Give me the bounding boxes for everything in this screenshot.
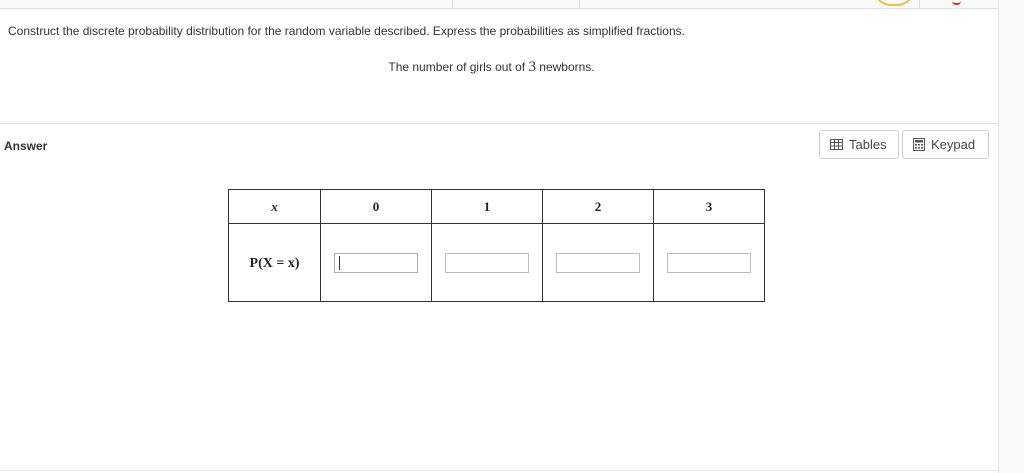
description-text-after: newborns. xyxy=(535,60,595,74)
probability-cell xyxy=(320,223,432,302)
probability-input-0[interactable] xyxy=(334,252,418,273)
answer-label: Answer xyxy=(4,139,48,153)
question-instruction: Construct the discrete probability distr… xyxy=(8,24,685,38)
bottom-border xyxy=(0,470,998,471)
keypad-button[interactable]: Keypad xyxy=(902,130,989,159)
right-gutter xyxy=(998,0,1024,473)
probability-distribution-table: x 0 1 2 3 P(X = x) xyxy=(228,189,765,302)
probability-cell xyxy=(431,223,543,302)
probability-cell xyxy=(542,223,654,302)
section-divider xyxy=(0,123,998,124)
calculator-icon xyxy=(913,138,925,151)
x-header-cell: x xyxy=(228,189,321,224)
x-value-cell: 3 xyxy=(653,189,765,224)
toolbar-separator xyxy=(452,0,453,8)
top-toolbar xyxy=(0,0,1000,9)
x-header: x xyxy=(271,198,278,214)
red-indicator-icon xyxy=(952,0,961,5)
tables-button[interactable]: Tables xyxy=(819,130,899,159)
x-value-cell: 0 xyxy=(320,189,432,224)
description-text-before: The number of girls out of xyxy=(388,60,529,74)
probability-input-2[interactable] xyxy=(556,252,640,273)
smiley-icon[interactable] xyxy=(873,0,915,6)
question-description: The number of girls out of 3 newborns. xyxy=(0,59,983,76)
x-value-cell: 1 xyxy=(431,189,543,224)
probability-input-3[interactable] xyxy=(667,252,751,273)
description-number: 3 xyxy=(528,59,536,75)
keypad-button-label: Keypad xyxy=(931,137,976,152)
probability-header-cell: P(X = x) xyxy=(228,223,321,302)
toolbar-separator xyxy=(579,0,580,8)
x-row: x 0 1 2 3 xyxy=(228,189,765,224)
toolbar-separator xyxy=(919,0,920,8)
table-icon xyxy=(830,139,843,150)
text-cursor xyxy=(339,256,340,270)
probability-row: P(X = x) xyxy=(228,223,765,302)
probability-input-1[interactable] xyxy=(445,252,529,273)
x-value-cell: 2 xyxy=(542,189,654,224)
probability-cell xyxy=(653,223,765,302)
probability-header: P(X = x) xyxy=(249,255,300,271)
tables-button-label: Tables xyxy=(849,137,887,152)
